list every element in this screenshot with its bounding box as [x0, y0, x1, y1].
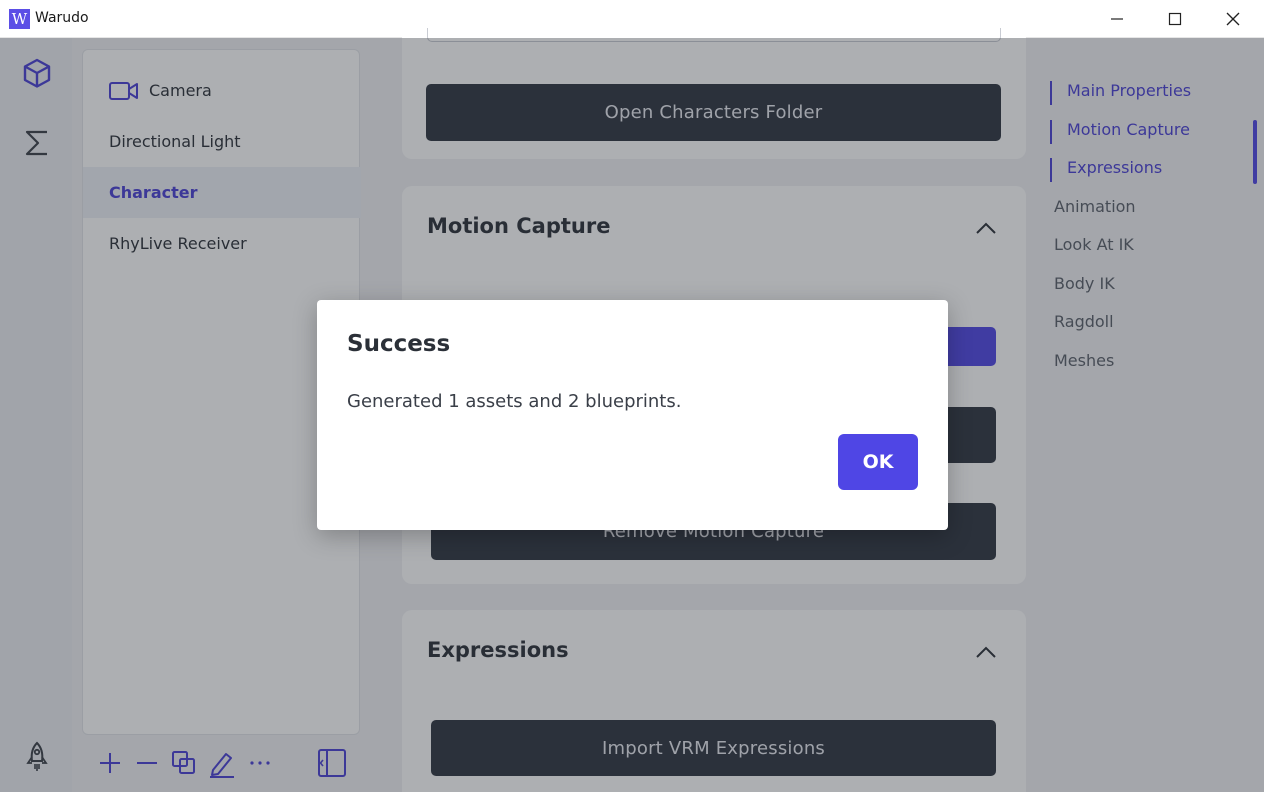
close-icon	[1226, 12, 1240, 26]
app-logo-icon: W	[9, 9, 30, 29]
maximize-button[interactable]	[1146, 0, 1204, 38]
dialog-message: Generated 1 assets and 2 blueprints.	[347, 391, 682, 412]
success-dialog: Success Generated 1 assets and 2 bluepri…	[317, 300, 948, 530]
minimize-button[interactable]	[1088, 0, 1146, 38]
close-button[interactable]	[1204, 0, 1262, 38]
minimize-icon	[1111, 18, 1123, 20]
ok-button[interactable]: OK	[838, 434, 918, 490]
dialog-title: Success	[347, 331, 451, 357]
maximize-icon	[1168, 12, 1182, 26]
window-title: Warudo	[35, 10, 89, 26]
